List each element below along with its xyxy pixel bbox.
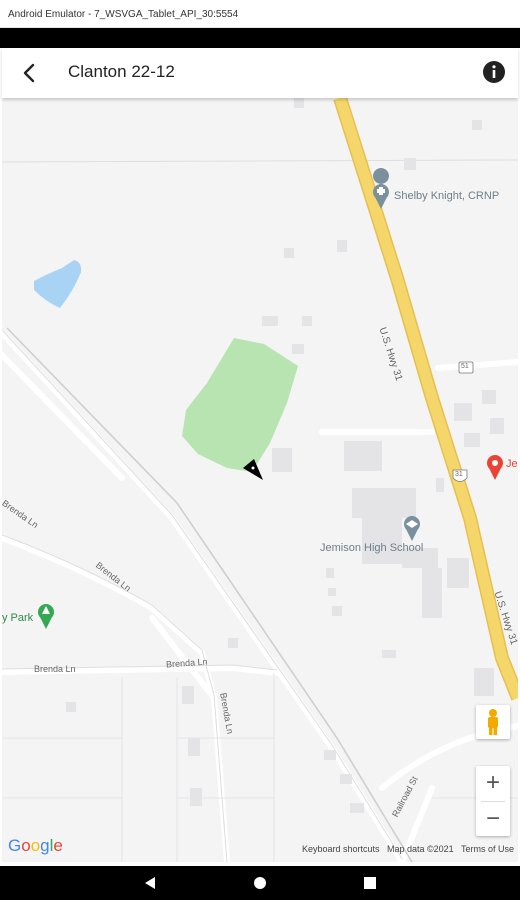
route-shield-lower-label: 31 bbox=[455, 471, 463, 478]
pegman-icon bbox=[488, 709, 498, 735]
nav-recents-button[interactable] bbox=[350, 866, 390, 900]
place-label-park[interactable]: y Park bbox=[2, 612, 33, 624]
system-nav-bar bbox=[0, 866, 520, 900]
pin-jemison-high bbox=[404, 516, 420, 541]
map-data-text: Map data ©2021 bbox=[387, 844, 454, 854]
zoom-control: + − bbox=[476, 766, 510, 836]
arrow-back-icon bbox=[23, 63, 35, 83]
map-view[interactable]: Shelby Knight, CRNP Jemison High School … bbox=[2, 98, 518, 862]
nav-back-button[interactable] bbox=[130, 866, 170, 900]
place-label-red[interactable]: Je bbox=[506, 458, 518, 470]
page-title: Clanton 22-12 bbox=[68, 62, 175, 81]
pin-park bbox=[38, 604, 54, 629]
logo-letter: G bbox=[8, 836, 22, 855]
circle-home-icon bbox=[254, 877, 266, 889]
place-label-jemison-high[interactable]: Jemison High School bbox=[320, 542, 423, 554]
map-base bbox=[2, 98, 518, 862]
app-bar: Clanton 22-12 bbox=[2, 48, 518, 98]
logo-letter: g bbox=[40, 836, 50, 855]
route-shield-upper-label: 51 bbox=[461, 363, 469, 370]
terms-of-use-link[interactable]: Terms of Use bbox=[461, 844, 514, 854]
zoom-out-button[interactable]: − bbox=[476, 802, 510, 836]
zoom-in-button[interactable]: + bbox=[476, 766, 510, 800]
window-title-bar: Android Emulator - 7_WSVGA_Tablet_API_30… bbox=[0, 0, 520, 28]
info-button[interactable] bbox=[482, 60, 506, 84]
place-label-shelby-knight[interactable]: Shelby Knight, CRNP bbox=[394, 190, 499, 202]
keyboard-shortcuts-link[interactable]: Keyboard shortcuts bbox=[302, 844, 380, 854]
logo-letter: o bbox=[21, 836, 31, 855]
logo-letter: o bbox=[30, 836, 41, 855]
back-button[interactable] bbox=[14, 58, 44, 88]
status-bar bbox=[0, 28, 520, 48]
pin-red bbox=[487, 455, 503, 480]
logo-letter: e bbox=[53, 836, 63, 855]
info-icon bbox=[483, 61, 505, 83]
google-logo: Google bbox=[8, 836, 63, 856]
street-view-pegman[interactable] bbox=[476, 705, 510, 739]
nav-home-button[interactable] bbox=[240, 866, 280, 900]
square-recents-icon bbox=[364, 877, 376, 889]
triangle-back-icon bbox=[145, 877, 155, 889]
road-label-brenda-left: Brenda Ln bbox=[34, 664, 76, 674]
window-title: Android Emulator - 7_WSVGA_Tablet_API_30… bbox=[8, 9, 239, 20]
